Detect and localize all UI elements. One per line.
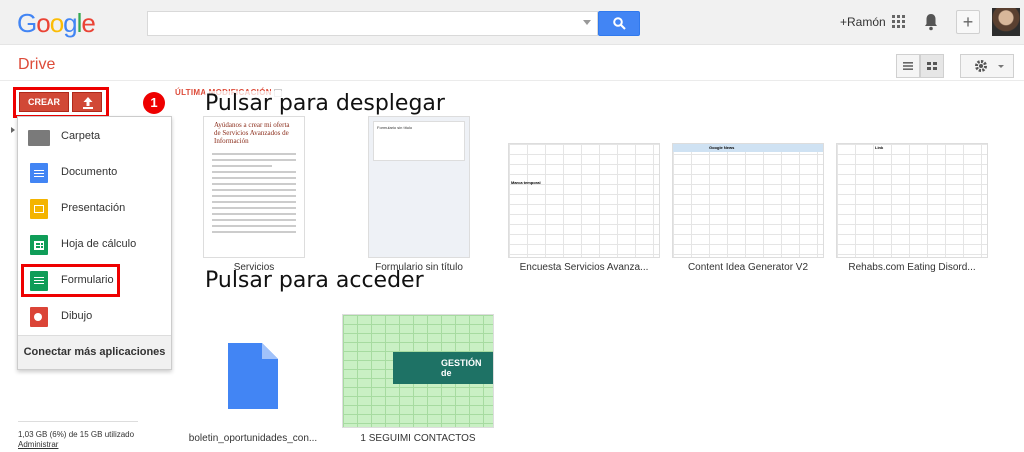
manage-storage-link[interactable]: Administrar bbox=[18, 440, 58, 449]
create-button[interactable]: CREAR bbox=[19, 92, 69, 112]
search-icon bbox=[613, 17, 626, 30]
menu-item-presentation[interactable]: Presentación bbox=[18, 191, 171, 227]
menu-item-drawing[interactable]: Dibujo bbox=[18, 299, 171, 335]
avatar[interactable] bbox=[992, 8, 1020, 36]
menu-item-spreadsheet[interactable]: Hoja de cálculo bbox=[18, 227, 171, 263]
thumb-grid bbox=[509, 144, 659, 257]
file-name[interactable]: Servicios bbox=[204, 262, 304, 273]
file-name[interactable]: boletin_oportunidades_con... bbox=[186, 433, 320, 444]
file-thumbnail[interactable]: GESTIÓN de bbox=[342, 314, 494, 428]
connect-more-apps-button[interactable]: Conectar más aplicaciones bbox=[18, 335, 171, 369]
user-name-link[interactable]: +Ramón bbox=[840, 15, 886, 29]
file-name[interactable]: 1 SEGUIMI CONTACTOS bbox=[342, 433, 494, 444]
file-thumbnail[interactable]: Formulario sin título bbox=[368, 116, 470, 258]
apps-icon[interactable] bbox=[892, 15, 906, 29]
list-view-icon bbox=[903, 62, 913, 70]
thumb-grid bbox=[837, 144, 987, 257]
file-thumbnail[interactable]: Link bbox=[836, 143, 988, 258]
top-bar: Google +Ramón + bbox=[0, 0, 1024, 45]
presentation-icon bbox=[30, 199, 48, 219]
file-thumbnail[interactable]: Ayúdanos a crear mi oferta de Servicios … bbox=[203, 116, 305, 258]
grid-view-icon bbox=[927, 62, 937, 70]
thumb-title: Ayúdanos a crear mi oferta de Servicios … bbox=[214, 121, 290, 145]
drive-title[interactable]: Drive bbox=[18, 56, 55, 74]
gear-icon bbox=[975, 60, 1004, 72]
step-1-annotation: Pulsar para desplegar bbox=[205, 91, 445, 116]
file-name[interactable]: Formulario sin título bbox=[369, 262, 469, 273]
storage-divider bbox=[18, 421, 138, 422]
bell-icon[interactable] bbox=[924, 13, 938, 31]
file-name[interactable]: Rehabs.com Eating Disord... bbox=[836, 262, 988, 273]
settings-button[interactable] bbox=[960, 54, 1014, 78]
menu-item-document[interactable]: Documento bbox=[18, 155, 171, 191]
plus-icon[interactable]: + bbox=[956, 10, 980, 34]
thumb-lines bbox=[204, 153, 304, 233]
upload-button[interactable] bbox=[72, 92, 102, 112]
storage-text: 1,03 GB (6%) de 15 GB utilizado bbox=[18, 430, 135, 439]
create-menu: Carpeta Documento Presentación Hoja de c… bbox=[17, 116, 172, 370]
drawing-icon bbox=[30, 307, 48, 327]
file-thumbnail[interactable]: Google News bbox=[672, 143, 824, 258]
file-thumbnail[interactable]: Marca temporal bbox=[508, 143, 660, 258]
file-name[interactable]: Encuesta Servicios Avanza... bbox=[508, 262, 660, 273]
folder-icon bbox=[28, 130, 50, 146]
thumb-title: GESTIÓN de bbox=[441, 358, 482, 378]
thumb-title: Google News bbox=[709, 145, 735, 150]
search-options-caret-icon[interactable] bbox=[583, 20, 591, 25]
google-logo[interactable]: Google bbox=[17, 8, 96, 39]
header-divider bbox=[0, 80, 1024, 81]
storage-info: 1,03 GB (6%) de 15 GB utilizado Administ… bbox=[18, 430, 134, 450]
step-1-badge: 1 bbox=[143, 92, 165, 114]
file-name[interactable]: Content Idea Generator V2 bbox=[672, 262, 824, 273]
upload-icon bbox=[83, 97, 93, 109]
menu-item-folder[interactable]: Carpeta bbox=[18, 119, 171, 155]
list-view-button[interactable] bbox=[896, 54, 920, 78]
document-icon bbox=[30, 163, 48, 183]
grid-view-button[interactable] bbox=[920, 54, 944, 78]
highlight-form bbox=[21, 264, 120, 297]
thumb-grid bbox=[673, 144, 823, 257]
thumb-title: Formulario sin título bbox=[373, 121, 465, 161]
search-input[interactable] bbox=[147, 11, 598, 36]
document-file-icon[interactable] bbox=[228, 343, 278, 409]
thumb-title: Link bbox=[875, 145, 884, 150]
spreadsheet-icon bbox=[30, 235, 48, 255]
search-button[interactable] bbox=[598, 11, 640, 36]
expand-arrow-icon[interactable] bbox=[11, 127, 15, 133]
thumb-title: Marca temporal bbox=[511, 180, 541, 185]
